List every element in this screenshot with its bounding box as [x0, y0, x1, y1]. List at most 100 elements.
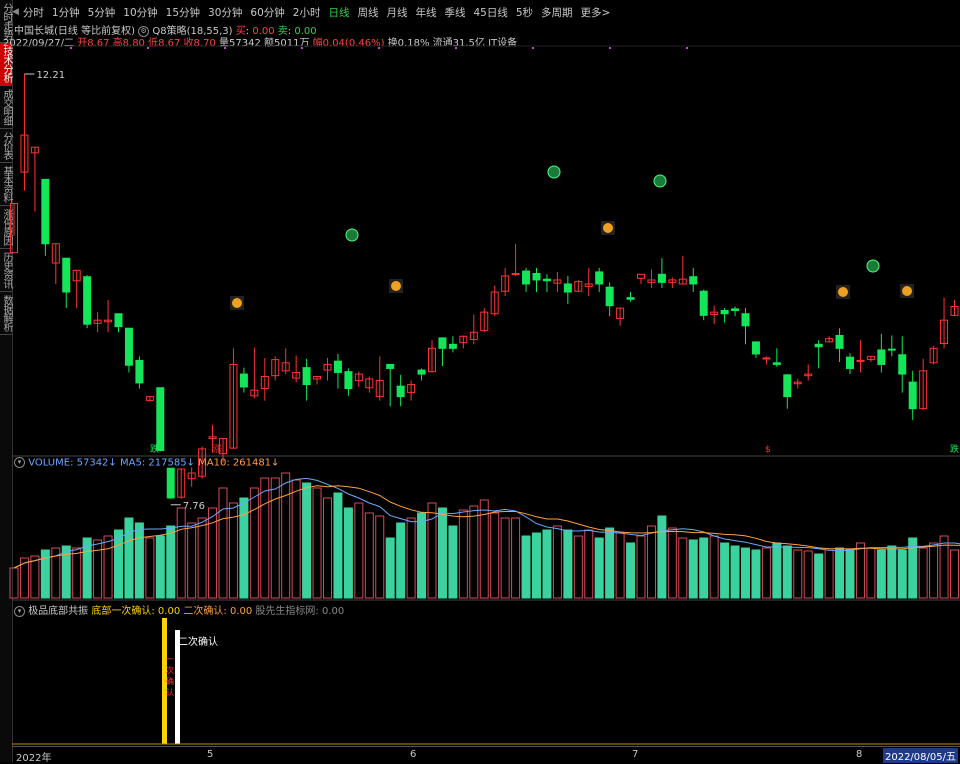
candle [135, 359, 144, 384]
volume-bar [417, 512, 427, 599]
marker-dot [532, 47, 534, 49]
candle [846, 356, 854, 369]
volume-bar [542, 529, 552, 599]
volume-bar [918, 547, 928, 599]
volume-bar [866, 547, 876, 599]
candle [114, 313, 123, 328]
candle [522, 270, 531, 285]
signal-flag: 涨 [213, 444, 222, 455]
collapse-icon[interactable]: ▾ [14, 457, 25, 468]
candle [772, 362, 781, 365]
volume-bar [145, 537, 155, 599]
volume-bar [385, 537, 395, 599]
date-m6: 6 [410, 749, 417, 760]
first-confirm-label: 次 [166, 665, 174, 675]
volume-bar [782, 545, 792, 599]
second-confirm-label: 二次确认 [178, 635, 218, 648]
volume-bar [887, 545, 897, 599]
volume-bar [187, 522, 197, 599]
candle [877, 349, 886, 365]
collapse-icon[interactable]: ▾ [14, 605, 25, 617]
signal-flag: 跌 [150, 444, 159, 455]
candle [605, 286, 614, 307]
volume-bar [93, 539, 103, 599]
indicator-first: 底部一次确认: 0.00 [91, 606, 181, 617]
marker-dot [455, 47, 457, 49]
volume-bar [166, 525, 176, 599]
volume-bar [709, 535, 719, 599]
volume-bar [437, 507, 447, 599]
volume-bar [281, 472, 291, 599]
indicator-third: 股先生指标网: 0.00 [255, 606, 345, 617]
volume-bar [458, 509, 468, 599]
volume-bar [155, 535, 165, 599]
candle [83, 276, 92, 325]
chart-area[interactable]: 12.21 7.76 跌 涨 $ 跌二次确认一次确认 [0, 0, 960, 762]
volume-bar [751, 549, 761, 599]
volume-bar [793, 549, 803, 599]
candle [699, 290, 708, 316]
volume-bar [699, 537, 709, 599]
ma10-value: MA10: 261481↓ [198, 457, 280, 469]
candle [62, 257, 71, 293]
sell-signal-icon [547, 165, 561, 179]
buy-signal-icon [391, 281, 401, 291]
volume-bar [584, 529, 594, 599]
candle [563, 283, 572, 293]
volume-bar [594, 537, 604, 599]
sell-signal-icon [345, 228, 359, 242]
volume-bar [730, 545, 740, 599]
volume-bar [835, 547, 845, 599]
indicator-name: 极品底部共振 [28, 606, 89, 617]
volume-bar [490, 512, 500, 599]
candle [124, 327, 133, 366]
marker-dot [147, 47, 149, 49]
buy-signal-icon [902, 286, 912, 296]
volume-bar [270, 477, 280, 599]
candle [835, 334, 844, 349]
buy-signal-icon [838, 287, 848, 297]
candle [542, 278, 551, 282]
candle [898, 354, 907, 375]
marker-dot [686, 47, 688, 49]
volume-bar [291, 479, 301, 599]
date-axis: 2022年 5 6 7 8 2022/08/05/五 [12, 746, 960, 764]
marker-dot [224, 47, 226, 49]
volume-bar [218, 487, 228, 599]
candle [511, 273, 520, 276]
volume-bar [678, 537, 688, 599]
ma5-value: MA5: 217585↓ [120, 457, 195, 469]
volume-bar [532, 532, 541, 599]
volume-bar [741, 547, 750, 599]
volume-bar [803, 550, 813, 599]
volume-bar [343, 507, 353, 599]
volume-bar [103, 535, 113, 599]
candle [657, 273, 666, 283]
volume-bar [500, 517, 510, 599]
volume-bar [396, 522, 406, 599]
buy-signal-icon [603, 223, 613, 233]
marker-dot [70, 47, 72, 49]
volume-bar [615, 532, 625, 599]
volume-bar [876, 549, 886, 599]
marker-dot [301, 47, 303, 49]
volume-bar [720, 542, 730, 599]
volume-bar [552, 525, 562, 599]
candle [731, 308, 740, 312]
volume-bar [469, 505, 479, 599]
volume-bar [511, 517, 521, 599]
volume-header: ▾ VOLUME: 57342↓ MA5: 217585↓ MA10: 2614… [14, 457, 279, 469]
volume-bar [521, 535, 531, 599]
indicator-header: ▾ 极品底部共振 底部一次确认: 0.00 二次确认: 0.00 股先生指标网:… [14, 602, 344, 617]
volume-bar [124, 517, 134, 599]
volume-bar [260, 477, 270, 599]
first-confirm-label: 一 [166, 655, 174, 664]
first-confirm-label: 认 [166, 687, 174, 697]
volume-bar [845, 548, 855, 599]
volume-bar [302, 482, 312, 599]
candle [239, 373, 248, 388]
sell-signal-icon [653, 174, 667, 188]
volume-bar [605, 527, 615, 599]
first-confirm-label: 确 [166, 676, 174, 686]
volume-bar [929, 542, 939, 599]
